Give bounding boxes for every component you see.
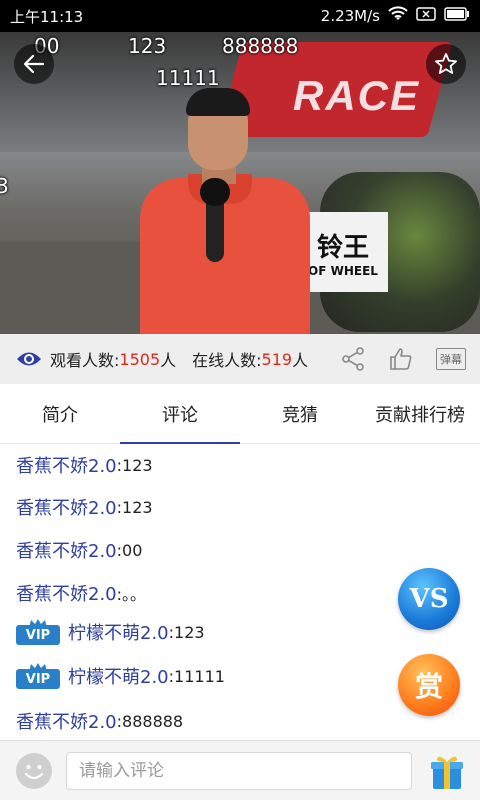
online-count: 519: [261, 349, 293, 369]
danmu-toggle-button[interactable]: 弹幕: [436, 348, 466, 370]
comment-text: :。。: [116, 585, 147, 604]
list-item: 香蕉不娇2.0 :888888: [16, 708, 183, 734]
tab-comments[interactable]: 评论: [120, 384, 240, 445]
status-icons: 2.23M/s: [321, 6, 470, 26]
list-item: 香蕉不娇2.0 :00: [16, 537, 142, 563]
danmu-text: 3: [0, 174, 9, 198]
viewers-unit: 人: [160, 351, 177, 370]
comment-username[interactable]: 香蕉不娇2.0: [16, 537, 117, 563]
comment-username[interactable]: 香蕉不娇2.0: [16, 708, 117, 734]
vip-label: VIP: [16, 625, 60, 645]
tab-bar: 简介 评论 竞猜 贡献排行榜: [0, 384, 480, 445]
comment-text: :00: [116, 540, 143, 560]
banner-text: RACE: [292, 72, 420, 119]
microphone-head: [200, 178, 230, 206]
favorite-button[interactable]: [426, 44, 466, 84]
vip-badge: VIP: [16, 663, 60, 689]
comment-text: :123: [116, 497, 153, 517]
presenter-figure: [140, 82, 310, 334]
eye-icon: [16, 350, 42, 368]
event-sign: 铃王 OF WHEEL: [298, 212, 388, 292]
list-item: 香蕉不娇2.0 :。。: [16, 580, 146, 606]
share-icon[interactable]: [340, 346, 366, 372]
comment-text: :888888: [116, 711, 184, 731]
status-bar: 上午11:13 2.23M/s: [0, 0, 480, 32]
stats-actions: 弹幕: [340, 334, 466, 384]
comment-username[interactable]: 香蕉不娇2.0: [16, 494, 117, 520]
sign-text-small: OF WHEEL: [308, 263, 378, 278]
list-item: 香蕉不娇2.0 :123: [16, 452, 153, 478]
no-sim-icon: [416, 7, 436, 25]
tab-intro[interactable]: 简介: [0, 384, 120, 444]
comment-username[interactable]: 香蕉不娇2.0: [16, 452, 117, 478]
comment-input[interactable]: [66, 752, 412, 790]
vip-label: VIP: [16, 669, 60, 689]
video-player[interactable]: RACE 铃王 OF WHEEL 00 123 888888 11111 3: [0, 32, 480, 334]
gift-icon: [431, 756, 463, 789]
vip-badge: VIP: [16, 619, 60, 645]
smiley-icon: [24, 765, 44, 780]
back-button[interactable]: [14, 44, 54, 84]
comment-username[interactable]: 柠檬不萌2.0: [68, 619, 169, 645]
sign-text-big: 铃王: [316, 232, 369, 263]
viewers-count: 1505: [119, 349, 161, 369]
battery-icon: [444, 7, 470, 25]
viewers-label: 观看人数:: [50, 351, 120, 370]
stats-bar: 观看人数: 1505 人 在线人数: 519 人 弹幕: [0, 334, 480, 384]
danmu-text: 11111: [156, 66, 220, 90]
comment-text: :11111: [168, 666, 225, 686]
star-icon: [435, 53, 457, 74]
presenter-hair: [186, 88, 250, 116]
list-item: 香蕉不娇2.0 :123: [16, 494, 153, 520]
network-speed: 2.23M/s: [320, 7, 380, 25]
comment-input-bar: [0, 740, 480, 800]
status-time: 上午11:13: [10, 7, 84, 26]
online-label: 在线人数:: [192, 351, 262, 370]
viewers-stat: 观看人数: 1505 人: [50, 347, 176, 371]
comment-username[interactable]: 香蕉不娇2.0: [16, 580, 117, 606]
reward-button[interactable]: 赏: [398, 654, 460, 716]
comment-text: :123: [168, 622, 205, 642]
danmu-text: 888888: [222, 34, 299, 58]
thumbs-up-icon[interactable]: [388, 346, 414, 372]
comment-text: :123: [116, 455, 153, 475]
tab-guess[interactable]: 竞猜: [240, 384, 360, 444]
wifi-icon: [388, 6, 408, 26]
emoji-button[interactable]: [16, 753, 52, 789]
tab-contribution-ranking[interactable]: 贡献排行榜: [360, 384, 480, 444]
vs-button[interactable]: VS: [398, 568, 460, 630]
comment-username[interactable]: 柠檬不萌2.0: [68, 663, 169, 689]
list-item: VIP 柠檬不萌2.0 :11111: [16, 663, 225, 689]
danmu-text: 123: [128, 34, 167, 58]
online-stat: 在线人数: 519 人: [192, 347, 308, 371]
back-arrow-icon: [23, 54, 45, 74]
gift-button[interactable]: [430, 751, 464, 791]
online-unit: 人: [292, 351, 309, 370]
list-item: VIP 柠檬不萌2.0 :123: [16, 619, 205, 645]
